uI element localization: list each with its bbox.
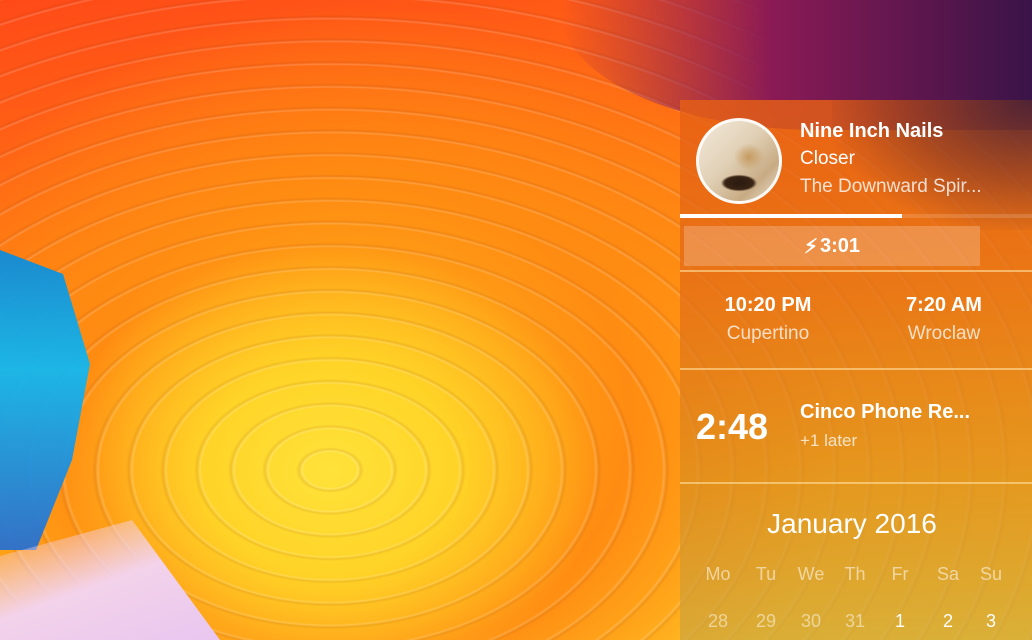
track-artist: Nine Inch Nails [800,120,944,142]
clock-city: Wroclaw [907,323,981,344]
weekday-label: Mo [705,564,731,584]
track-progress-bar[interactable] [680,214,1032,218]
weekday-label: Th [844,564,866,584]
clock-city: Cupertino [726,323,810,344]
world-clock-wroclaw: 7:20 AM Wroclaw [856,294,1032,345]
divider [680,368,1032,370]
event-countdown: 2:48 [696,406,769,447]
track-progress-fill [680,214,902,218]
weekday-label: Su [979,564,1003,584]
battery-time: 3:01 [820,234,861,257]
weekday-label: We [797,564,825,584]
weekday-label: Sa [936,564,960,584]
calendar-day[interactable]: 2 [926,611,970,632]
battery-time-remaining: ⚡︎ 3:01 [684,226,980,266]
widgets-panel: Nine Inch Nails Closer The Downward Spir… [680,100,1032,640]
calendar-month-title: January 2016 [767,508,937,539]
divider [680,482,1032,484]
divider [680,270,1032,272]
clock-time: 7:20 AM [906,294,982,316]
calendar-day[interactable]: 31 [833,611,877,632]
calendar-day[interactable]: 3 [969,611,1013,632]
album-art[interactable] [696,118,782,204]
calendar-day[interactable]: 28 [696,611,740,632]
bolt-icon: ⚡︎ [803,235,818,258]
calendar-day[interactable]: 1 [878,611,922,632]
track-album: The Downward Spir... [800,176,982,197]
track-title: Closer [800,148,855,169]
weekday-label: Tu [755,564,777,584]
event-more-count: +1 later [800,431,858,450]
event-title: Cinco Phone Re... [800,401,971,423]
weekday-label: Fr [891,564,909,584]
calendar-day[interactable]: 29 [744,611,788,632]
calendar-day[interactable]: 30 [789,611,833,632]
clock-time: 10:20 PM [724,294,812,316]
world-clock-cupertino: 10:20 PM Cupertino [680,294,856,345]
